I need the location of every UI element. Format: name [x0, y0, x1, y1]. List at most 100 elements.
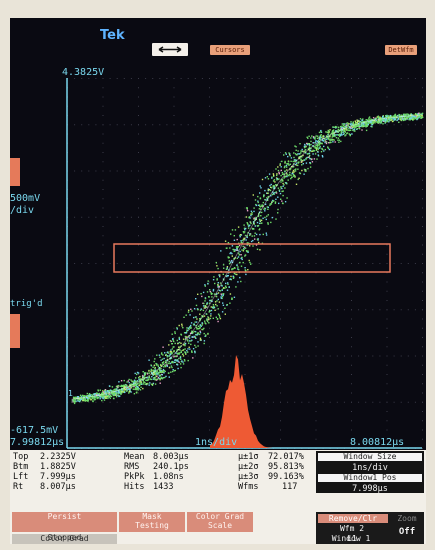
- waveform-sample: [139, 375, 141, 378]
- cursors-button[interactable]: Cursors: [210, 45, 250, 55]
- waveform-sample: [155, 362, 157, 365]
- graticule-dot: [130, 401, 132, 403]
- waveform-sample: [112, 393, 115, 395]
- upper-ref-marker[interactable]: [10, 158, 20, 186]
- waveform-sample: [221, 295, 224, 298]
- waveform-sample: [177, 342, 179, 345]
- waveform-sample: [322, 140, 325, 142]
- waveform-sample: [236, 249, 238, 251]
- graticule-dot: [265, 355, 267, 357]
- graticule-dot: [173, 374, 175, 375]
- graticule-dot: [422, 105, 423, 107]
- waveform-sample: [317, 147, 319, 149]
- waveform-sample: [261, 204, 263, 207]
- waveform-sample: [208, 296, 210, 298]
- zoom-label: Zoom: [397, 514, 417, 523]
- graticule-dot: [201, 401, 203, 403]
- color-grad-scale-button[interactable]: Color Grad Scale: [187, 512, 253, 532]
- graticule-dot: [201, 263, 203, 264]
- graticule-dot: [74, 355, 76, 357]
- waveform-sample: [245, 227, 247, 230]
- waveform-sample: [365, 123, 367, 125]
- graticule-dot: [351, 346, 352, 348]
- waveform-sample: [107, 390, 109, 392]
- waveform-sample: [290, 176, 293, 178]
- graticule-dot: [287, 124, 289, 126]
- graticule-dot: [351, 337, 352, 338]
- waveform-sample: [317, 148, 319, 150]
- waveform-sample: [276, 177, 278, 180]
- waveform-sample: [195, 304, 198, 307]
- graticule-dot: [379, 309, 381, 311]
- waveform-sample: [270, 183, 272, 186]
- waveform-sample: [176, 355, 178, 357]
- trigger-level-marker[interactable]: [10, 314, 20, 348]
- graticule-dot: [422, 170, 423, 172]
- waveform-sample: [259, 197, 262, 200]
- graticule-dot: [329, 401, 331, 403]
- graticule-dot: [280, 78, 281, 79]
- waveform-sample: [195, 346, 197, 348]
- waveform-sample: [233, 296, 236, 298]
- graticule-dot: [173, 309, 175, 311]
- wfms-value: 117: [282, 482, 298, 492]
- waveform-sample: [255, 233, 258, 236]
- waveform-sample: [326, 138, 328, 140]
- waveform-sample: [230, 233, 232, 235]
- detwfm-button[interactable]: DetWfm: [385, 45, 417, 55]
- graticule-dot: [351, 152, 352, 153]
- waveform-sample: [128, 391, 131, 393]
- graticule-dot: [102, 87, 104, 89]
- graticule-dot: [315, 87, 317, 89]
- waveform-sample: [197, 341, 199, 343]
- graticule-dot: [315, 152, 317, 153]
- graticule-dot: [88, 170, 90, 172]
- waveform-sample: [282, 185, 284, 187]
- waveform-sample: [188, 309, 190, 312]
- waveform-sample: [253, 235, 256, 237]
- waveform-sample: [376, 121, 378, 123]
- waveform-sample: [143, 381, 145, 383]
- waveform-sample: [86, 394, 88, 397]
- waveform-sample: [111, 386, 114, 388]
- waveform-sample: [217, 282, 219, 284]
- waveform-sample: [349, 129, 352, 131]
- waveform-sample: [286, 197, 288, 199]
- waveform-sample: [275, 184, 277, 186]
- graticule-dot: [237, 124, 239, 126]
- sigma3-label: µ±3σ: [238, 472, 259, 482]
- waveform-sample: [137, 386, 139, 388]
- waveform-sample: [118, 381, 120, 383]
- waveform-sample: [114, 393, 117, 395]
- graticule-dot: [244, 216, 246, 218]
- graticule-dot: [258, 401, 260, 403]
- mask-testing-button[interactable]: Mask Testing: [119, 512, 185, 532]
- graticule-dot: [322, 309, 324, 311]
- waveform-sample: [190, 308, 192, 310]
- waveform-sample: [187, 329, 189, 332]
- graticule-dot: [138, 290, 139, 292]
- window-size-group[interactable]: Window Size 1ns/div Window1 Pos 7.998µs: [316, 451, 424, 494]
- waveform-sample: [281, 200, 283, 202]
- waveform-sample: [159, 377, 161, 380]
- waveform-sample: [287, 163, 290, 165]
- waveform-sample: [285, 164, 288, 167]
- waveform-sample: [267, 214, 269, 216]
- graticule-dot: [422, 309, 423, 311]
- waveform-sample: [150, 364, 152, 366]
- persist-button[interactable]: Persist: [12, 512, 117, 532]
- run-indicator-icon[interactable]: [152, 43, 188, 56]
- graticule-dot: [102, 429, 104, 431]
- graticule-dot: [102, 346, 104, 348]
- waveform-sample: [267, 223, 269, 225]
- graticule-dot: [414, 401, 416, 403]
- wfms-label: Wfms: [238, 482, 259, 492]
- graticule-dot: [173, 281, 175, 283]
- graticule-dot: [287, 309, 289, 311]
- graticule-dot: [272, 216, 274, 218]
- waveform-sample: [134, 372, 136, 375]
- graticule-dot: [386, 346, 388, 348]
- waveform-sample: [219, 317, 222, 320]
- waveform-sample: [142, 371, 144, 373]
- waveform-sample: [315, 148, 318, 150]
